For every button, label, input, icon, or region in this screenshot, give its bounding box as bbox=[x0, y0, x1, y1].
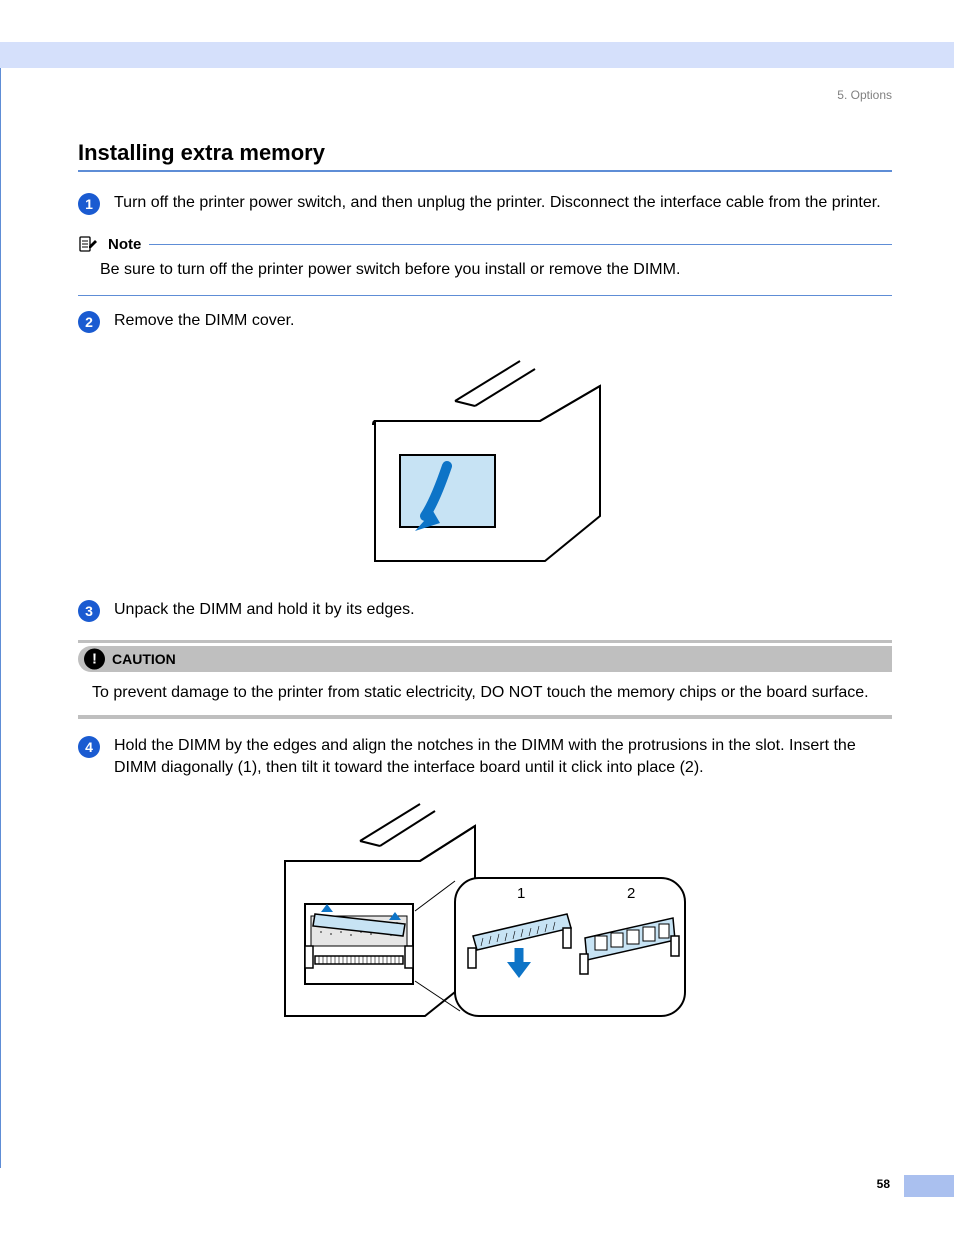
note-header: Note bbox=[78, 233, 892, 255]
step-text-1: Turn off the printer power switch, and t… bbox=[114, 192, 892, 214]
caution-bar-bottom bbox=[78, 715, 892, 719]
caution-block: ! CAUTION To prevent damage to the print… bbox=[78, 640, 892, 720]
step-badge-3: 3 bbox=[78, 600, 100, 622]
step-badge-2: 2 bbox=[78, 311, 100, 333]
step-3: 3 Unpack the DIMM and hold it by its edg… bbox=[78, 599, 892, 622]
breadcrumb: 5. Options bbox=[837, 88, 892, 102]
caution-bar-top bbox=[78, 640, 892, 643]
caution-label: CAUTION bbox=[112, 651, 176, 667]
step-text-4: Hold the DIMM by the edges and align the… bbox=[114, 735, 892, 778]
note-header-line bbox=[149, 244, 892, 245]
caution-header: ! CAUTION bbox=[78, 646, 892, 672]
page-number: 58 bbox=[877, 1177, 890, 1191]
fig2-label-2: 2 bbox=[627, 885, 635, 902]
fig2-label-1: 1 bbox=[517, 885, 525, 902]
illustration-dimm-cover bbox=[78, 351, 892, 571]
note-end-line bbox=[78, 295, 892, 296]
step-2: 2 Remove the DIMM cover. bbox=[78, 310, 892, 333]
step-4: 4 Hold the DIMM by the edges and align t… bbox=[78, 735, 892, 778]
section-title: Installing extra memory bbox=[78, 140, 892, 166]
step-badge-4: 4 bbox=[78, 736, 100, 758]
illustration-dimm-insert: 1 2 bbox=[78, 796, 892, 1026]
step-text-3: Unpack the DIMM and hold it by its edges… bbox=[114, 599, 892, 621]
note-block: Note Be sure to turn off the printer pow… bbox=[78, 233, 892, 296]
page-tab-accent bbox=[904, 1175, 954, 1197]
left-margin-line bbox=[0, 68, 1, 1168]
caution-text: To prevent damage to the printer from st… bbox=[78, 672, 892, 712]
note-text: Be sure to turn off the printer power sw… bbox=[100, 259, 892, 281]
caution-exclamation-icon: ! bbox=[84, 648, 105, 669]
header-accent-bar bbox=[0, 42, 954, 68]
main-content: Installing extra memory 1 Turn off the p… bbox=[78, 140, 892, 1054]
note-pencil-icon bbox=[78, 233, 100, 255]
step-1: 1 Turn off the printer power switch, and… bbox=[78, 192, 892, 215]
step-badge-1: 1 bbox=[78, 193, 100, 215]
note-label: Note bbox=[108, 236, 141, 253]
title-underline bbox=[78, 170, 892, 172]
step-text-2: Remove the DIMM cover. bbox=[114, 310, 892, 332]
